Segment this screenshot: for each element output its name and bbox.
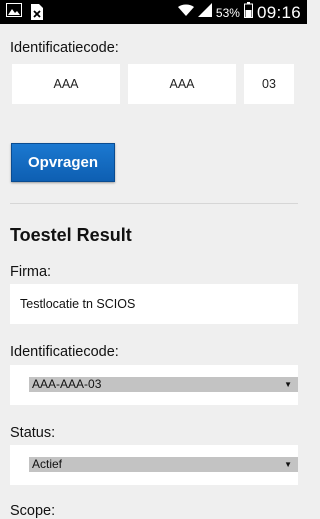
result-identification-code-label: Identificatiecode: — [10, 344, 119, 360]
firma-field: Testlocatie tn SCIOS — [10, 284, 298, 324]
dropdown-arrow-icon: ▼ — [284, 460, 292, 469]
scope-label: Scope: — [10, 503, 56, 519]
opvragen-button[interactable]: Opvragen — [11, 143, 115, 182]
firma-label: Firma: — [10, 264, 52, 280]
status-select-container: Actief ▼ — [10, 445, 298, 485]
result-title: Toestel Result — [10, 225, 132, 245]
battery-percent: 53% — [215, 5, 240, 20]
identification-code-select-container: AAA-AAA-03 ▼ — [10, 365, 298, 405]
battery-icon — [243, 2, 253, 23]
code-part1-input[interactable]: AAA — [12, 64, 120, 104]
divider — [10, 203, 298, 204]
wifi-icon — [177, 3, 194, 22]
identification-code-selected: AAA-AAA-03 — [32, 377, 102, 391]
identification-code-select[interactable]: AAA-AAA-03 ▼ — [29, 377, 298, 392]
identification-code-label: Identificatiecode: — [10, 40, 119, 56]
status-select[interactable]: Actief ▼ — [29, 457, 298, 472]
signal-icon — [197, 3, 212, 22]
dropdown-arrow-icon: ▼ — [284, 380, 292, 389]
status-bar: 53% 09:16 — [0, 0, 307, 24]
status-selected: Actief — [32, 457, 63, 471]
firma-value: Testlocatie tn SCIOS — [20, 297, 136, 311]
image-icon — [6, 3, 22, 26]
status-label: Status: — [10, 425, 56, 441]
sim-blocked-icon — [30, 3, 44, 26]
code-part3-input[interactable]: 03 — [244, 64, 294, 104]
clock: 09:16 — [256, 2, 301, 22]
code-part2-input[interactable]: AAA — [128, 64, 236, 104]
